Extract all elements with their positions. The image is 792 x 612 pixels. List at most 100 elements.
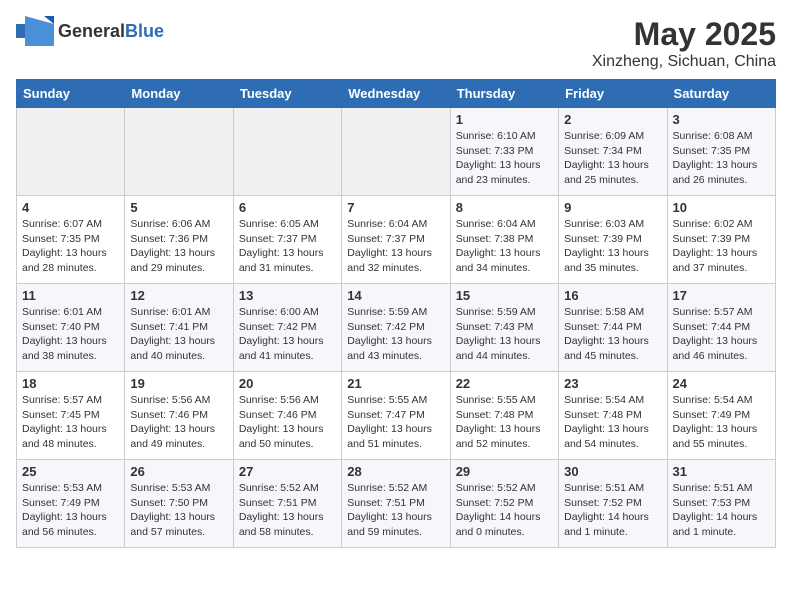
calendar-cell: 27 Sunrise: 5:52 AM Sunset: 7:51 PM Dayli… bbox=[233, 460, 341, 548]
day-number: 20 bbox=[239, 376, 336, 391]
day-number: 9 bbox=[564, 200, 661, 215]
calendar-cell: 5 Sunrise: 6:06 AM Sunset: 7:36 PM Daylig… bbox=[125, 196, 233, 284]
title-block: May 2025 Xinzheng, Sichuan, China bbox=[592, 16, 776, 71]
logo-blue: Blue bbox=[125, 21, 164, 41]
calendar-cell: 6Sunrise: 6:05 AM Sunset: 7:37 PM Daylig… bbox=[233, 196, 341, 284]
calendar-cell: 11 Sunrise: 6:01 AM Sunset: 7:40 PM Dayli… bbox=[17, 284, 125, 372]
logo-general: General bbox=[58, 21, 125, 41]
day-info: Sunrise: 6:04 AM Sunset: 7:38 PM Dayligh… bbox=[456, 217, 553, 276]
calendar-cell: 26 Sunrise: 5:53 AM Sunset: 7:50 PM Dayli… bbox=[125, 460, 233, 548]
day-number: 21 bbox=[347, 376, 444, 391]
calendar-week-3: 11 Sunrise: 6:01 AM Sunset: 7:40 PM Dayli… bbox=[17, 284, 776, 372]
calendar-cell: 31 Sunrise: 5:51 AM Sunset: 7:53 PM Dayli… bbox=[667, 460, 775, 548]
day-number: 22 bbox=[456, 376, 553, 391]
day-number: 28 bbox=[347, 464, 444, 479]
header-saturday: Saturday bbox=[667, 80, 775, 108]
day-number: 13 bbox=[239, 288, 336, 303]
logo-icon bbox=[16, 16, 54, 46]
day-info: Sunrise: 5:54 AM Sunset: 7:49 PM Dayligh… bbox=[673, 393, 770, 452]
day-info: Sunrise: 5:52 AM Sunset: 7:51 PM Dayligh… bbox=[347, 481, 444, 540]
logo: GeneralBlue bbox=[16, 16, 164, 46]
calendar-cell bbox=[17, 108, 125, 196]
day-number: 1 bbox=[456, 112, 553, 127]
calendar-cell bbox=[233, 108, 341, 196]
day-info: Sunrise: 5:53 AM Sunset: 7:49 PM Dayligh… bbox=[22, 481, 119, 540]
day-info: Sunrise: 6:09 AM Sunset: 7:34 PM Dayligh… bbox=[564, 129, 661, 188]
day-info: Sunrise: 5:56 AM Sunset: 7:46 PM Dayligh… bbox=[130, 393, 227, 452]
day-info: Sunrise: 5:51 AM Sunset: 7:52 PM Dayligh… bbox=[564, 481, 661, 540]
calendar-cell: 7 Sunrise: 6:04 AM Sunset: 7:37 PM Daylig… bbox=[342, 196, 450, 284]
day-number: 31 bbox=[673, 464, 770, 479]
calendar-week-1: 1 Sunrise: 6:10 AM Sunset: 7:33 PM Daylig… bbox=[17, 108, 776, 196]
day-info: Sunrise: 6:06 AM Sunset: 7:36 PM Dayligh… bbox=[130, 217, 227, 276]
day-info: Sunrise: 6:04 AM Sunset: 7:37 PM Dayligh… bbox=[347, 217, 444, 276]
calendar-cell: 14Sunrise: 5:59 AM Sunset: 7:42 PM Dayli… bbox=[342, 284, 450, 372]
calendar-cell: 1 Sunrise: 6:10 AM Sunset: 7:33 PM Daylig… bbox=[450, 108, 558, 196]
day-number: 5 bbox=[130, 200, 227, 215]
day-info: Sunrise: 5:55 AM Sunset: 7:48 PM Dayligh… bbox=[456, 393, 553, 452]
header-sunday: Sunday bbox=[17, 80, 125, 108]
calendar-cell: 25Sunrise: 5:53 AM Sunset: 7:49 PM Dayli… bbox=[17, 460, 125, 548]
month-title: May 2025 bbox=[592, 16, 776, 53]
day-info: Sunrise: 6:10 AM Sunset: 7:33 PM Dayligh… bbox=[456, 129, 553, 188]
day-number: 23 bbox=[564, 376, 661, 391]
header-tuesday: Tuesday bbox=[233, 80, 341, 108]
day-info: Sunrise: 6:01 AM Sunset: 7:41 PM Dayligh… bbox=[130, 305, 227, 364]
day-number: 27 bbox=[239, 464, 336, 479]
calendar-table: SundayMondayTuesdayWednesdayThursdayFrid… bbox=[16, 79, 776, 548]
day-number: 7 bbox=[347, 200, 444, 215]
day-info: Sunrise: 5:58 AM Sunset: 7:44 PM Dayligh… bbox=[564, 305, 661, 364]
day-number: 18 bbox=[22, 376, 119, 391]
day-number: 16 bbox=[564, 288, 661, 303]
day-info: Sunrise: 6:00 AM Sunset: 7:42 PM Dayligh… bbox=[239, 305, 336, 364]
calendar-cell bbox=[342, 108, 450, 196]
header-wednesday: Wednesday bbox=[342, 80, 450, 108]
day-number: 3 bbox=[673, 112, 770, 127]
day-number: 26 bbox=[130, 464, 227, 479]
location-title: Xinzheng, Sichuan, China bbox=[592, 53, 776, 71]
calendar-cell: 16 Sunrise: 5:58 AM Sunset: 7:44 PM Dayli… bbox=[559, 284, 667, 372]
page-header: GeneralBlue May 2025 Xinzheng, Sichuan, … bbox=[16, 16, 776, 71]
day-number: 2 bbox=[564, 112, 661, 127]
calendar-header-row: SundayMondayTuesdayWednesdayThursdayFrid… bbox=[17, 80, 776, 108]
day-number: 8 bbox=[456, 200, 553, 215]
calendar-cell: 19 Sunrise: 5:56 AM Sunset: 7:46 PM Dayli… bbox=[125, 372, 233, 460]
day-info: Sunrise: 5:52 AM Sunset: 7:51 PM Dayligh… bbox=[239, 481, 336, 540]
day-number: 29 bbox=[456, 464, 553, 479]
calendar-cell: 18 Sunrise: 5:57 AM Sunset: 7:45 PM Dayli… bbox=[17, 372, 125, 460]
day-info: Sunrise: 6:03 AM Sunset: 7:39 PM Dayligh… bbox=[564, 217, 661, 276]
day-number: 19 bbox=[130, 376, 227, 391]
day-number: 17 bbox=[673, 288, 770, 303]
calendar-cell: 22 Sunrise: 5:55 AM Sunset: 7:48 PM Dayli… bbox=[450, 372, 558, 460]
calendar-cell: 13 Sunrise: 6:00 AM Sunset: 7:42 PM Dayli… bbox=[233, 284, 341, 372]
day-info: Sunrise: 5:59 AM Sunset: 7:43 PM Dayligh… bbox=[456, 305, 553, 364]
calendar-cell: 12Sunrise: 6:01 AM Sunset: 7:41 PM Dayli… bbox=[125, 284, 233, 372]
day-info: Sunrise: 5:54 AM Sunset: 7:48 PM Dayligh… bbox=[564, 393, 661, 452]
calendar-cell: 20 Sunrise: 5:56 AM Sunset: 7:46 PM Dayli… bbox=[233, 372, 341, 460]
day-info: Sunrise: 5:56 AM Sunset: 7:46 PM Dayligh… bbox=[239, 393, 336, 452]
header-monday: Monday bbox=[125, 80, 233, 108]
day-info: Sunrise: 5:57 AM Sunset: 7:45 PM Dayligh… bbox=[22, 393, 119, 452]
day-info: Sunrise: 6:02 AM Sunset: 7:39 PM Dayligh… bbox=[673, 217, 770, 276]
calendar-cell: 28 Sunrise: 5:52 AM Sunset: 7:51 PM Dayli… bbox=[342, 460, 450, 548]
day-info: Sunrise: 6:08 AM Sunset: 7:35 PM Dayligh… bbox=[673, 129, 770, 188]
calendar-cell: 23 Sunrise: 5:54 AM Sunset: 7:48 PM Dayli… bbox=[559, 372, 667, 460]
calendar-cell: 10Sunrise: 6:02 AM Sunset: 7:39 PM Dayli… bbox=[667, 196, 775, 284]
calendar-cell: 4Sunrise: 6:07 AM Sunset: 7:35 PM Daylig… bbox=[17, 196, 125, 284]
calendar-cell: 29 Sunrise: 5:52 AM Sunset: 7:52 PM Dayli… bbox=[450, 460, 558, 548]
day-number: 4 bbox=[22, 200, 119, 215]
day-info: Sunrise: 5:51 AM Sunset: 7:53 PM Dayligh… bbox=[673, 481, 770, 540]
day-info: Sunrise: 5:52 AM Sunset: 7:52 PM Dayligh… bbox=[456, 481, 553, 540]
calendar-cell: 17 Sunrise: 5:57 AM Sunset: 7:44 PM Dayli… bbox=[667, 284, 775, 372]
day-number: 30 bbox=[564, 464, 661, 479]
day-info: Sunrise: 5:53 AM Sunset: 7:50 PM Dayligh… bbox=[130, 481, 227, 540]
day-info: Sunrise: 6:01 AM Sunset: 7:40 PM Dayligh… bbox=[22, 305, 119, 364]
day-number: 6 bbox=[239, 200, 336, 215]
calendar-cell: 2 Sunrise: 6:09 AM Sunset: 7:34 PM Daylig… bbox=[559, 108, 667, 196]
calendar-cell: 30 Sunrise: 5:51 AM Sunset: 7:52 PM Dayli… bbox=[559, 460, 667, 548]
day-info: Sunrise: 5:59 AM Sunset: 7:42 PM Dayligh… bbox=[347, 305, 444, 364]
day-number: 11 bbox=[22, 288, 119, 303]
day-info: Sunrise: 5:57 AM Sunset: 7:44 PM Dayligh… bbox=[673, 305, 770, 364]
calendar-week-5: 25Sunrise: 5:53 AM Sunset: 7:49 PM Dayli… bbox=[17, 460, 776, 548]
calendar-cell: 9 Sunrise: 6:03 AM Sunset: 7:39 PM Daylig… bbox=[559, 196, 667, 284]
